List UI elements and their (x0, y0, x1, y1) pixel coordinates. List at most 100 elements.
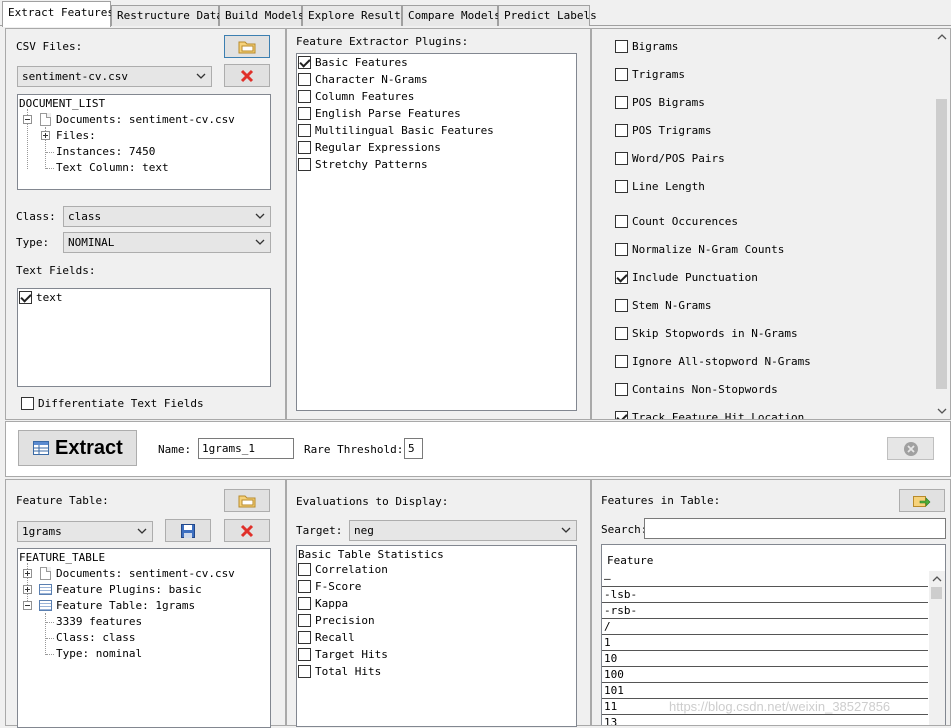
evaluation-item[interactable]: Correlation (298, 563, 388, 576)
plugin-checkbox[interactable] (298, 158, 311, 171)
table-row[interactable]: / (602, 619, 928, 635)
option-checkbox[interactable] (615, 271, 628, 284)
plugin-checkbox[interactable] (298, 73, 311, 86)
evaluation-checkbox[interactable] (298, 580, 311, 593)
target-dropdown[interactable]: neg (349, 520, 577, 541)
option-item[interactable]: Ignore All-stopword N-Grams (615, 355, 811, 368)
evaluation-item[interactable]: Precision (298, 614, 375, 627)
option-item[interactable]: Include Punctuation (615, 271, 758, 284)
feature-table-name-input[interactable]: 1grams_1 (198, 438, 294, 459)
type-dropdown[interactable]: NOMINAL (63, 232, 271, 253)
option-checkbox[interactable] (615, 180, 628, 193)
option-checkbox[interactable] (615, 383, 628, 396)
option-item[interactable]: POS Trigrams (615, 124, 711, 137)
option-checkbox[interactable] (615, 96, 628, 109)
plugin-item[interactable]: Column Features (298, 90, 414, 103)
feature-search-input[interactable] (644, 518, 946, 539)
rare-threshold-input[interactable]: 5 (404, 438, 423, 459)
expand-toggle[interactable] (23, 585, 32, 594)
evaluation-checkbox[interactable] (298, 665, 311, 678)
tab-extract-features[interactable]: Extract Features (2, 1, 114, 27)
export-features-button[interactable] (899, 489, 945, 512)
option-item[interactable]: Word/POS Pairs (615, 152, 725, 165)
differentiate-text-fields[interactable]: Differentiate Text Fields (21, 397, 204, 410)
option-checkbox[interactable] (615, 68, 628, 81)
tab-predict-labels[interactable]: Predict Labels (498, 5, 597, 26)
tab-compare-models[interactable]: Compare Models (402, 5, 501, 26)
option-item[interactable]: Contains Non-Stopwords (615, 383, 778, 396)
plugin-item[interactable]: English Parse Features (298, 107, 461, 120)
evaluation-checkbox[interactable] (298, 648, 311, 661)
tab-restructure-data[interactable]: Restructure Data (111, 5, 223, 26)
evaluation-item[interactable]: Target Hits (298, 648, 388, 661)
plugin-checkbox[interactable] (298, 124, 311, 137)
table-row[interactable]: -lsb- (602, 587, 928, 603)
features-scrollbar[interactable] (929, 571, 945, 725)
open-folder-button[interactable] (224, 35, 270, 58)
evaluation-item[interactable]: Kappa (298, 597, 348, 610)
table-row[interactable]: — (602, 571, 928, 587)
plugin-item[interactable]: Regular Expressions (298, 141, 441, 154)
collapse-toggle[interactable] (23, 601, 32, 610)
plugin-checkbox[interactable] (298, 90, 311, 103)
option-checkbox[interactable] (615, 152, 628, 165)
option-item[interactable]: Skip Stopwords in N-Grams (615, 327, 798, 340)
option-item[interactable]: Line Length (615, 180, 705, 193)
table-row[interactable]: 100 (602, 667, 928, 683)
option-checkbox[interactable] (615, 40, 628, 53)
collapse-toggle[interactable] (23, 115, 32, 124)
evaluation-checkbox[interactable] (298, 631, 311, 644)
option-checkbox[interactable] (615, 411, 628, 419)
option-checkbox[interactable] (615, 215, 628, 228)
plugin-item[interactable]: Stretchy Patterns (298, 158, 428, 171)
option-item[interactable]: Bigrams (615, 40, 678, 53)
feature-column-header[interactable]: Feature (607, 554, 653, 567)
table-row[interactable]: 1 (602, 635, 928, 651)
option-item[interactable]: Normalize N-Gram Counts (615, 243, 784, 256)
option-item[interactable]: POS Bigrams (615, 96, 705, 109)
table-row[interactable]: -rsb- (602, 603, 928, 619)
remove-feature-table-button[interactable] (224, 519, 270, 542)
table-row[interactable]: 10 (602, 651, 928, 667)
scroll-thumb[interactable] (931, 587, 942, 599)
tab-explore-results[interactable]: Explore Results (302, 5, 407, 26)
cancel-extract-button[interactable] (887, 437, 934, 460)
table-row[interactable]: 101 (602, 683, 928, 699)
option-checkbox[interactable] (615, 124, 628, 137)
option-checkbox[interactable] (615, 327, 628, 340)
option-checkbox[interactable] (615, 243, 628, 256)
plugin-checkbox[interactable] (298, 56, 311, 69)
expand-toggle[interactable] (23, 569, 32, 578)
evaluation-checkbox[interactable] (298, 614, 311, 627)
differentiate-checkbox[interactable] (21, 397, 34, 410)
option-item[interactable]: Stem N-Grams (615, 299, 711, 312)
option-checkbox[interactable] (615, 355, 628, 368)
expand-toggle[interactable] (41, 131, 50, 140)
plugin-item[interactable]: Basic Features (298, 56, 408, 69)
plugin-checkbox[interactable] (298, 141, 311, 154)
options-scrollbar[interactable] (934, 29, 950, 419)
scroll-up-icon[interactable] (932, 575, 942, 583)
evaluation-checkbox[interactable] (298, 563, 311, 576)
evaluation-checkbox[interactable] (298, 597, 311, 610)
plugin-checkbox[interactable] (298, 107, 311, 120)
class-dropdown[interactable]: class (63, 206, 271, 227)
option-item[interactable]: Trigrams (615, 68, 685, 81)
open-feature-table-button[interactable] (224, 489, 270, 512)
plugin-item[interactable]: Character N-Grams (298, 73, 428, 86)
table-row[interactable]: 13 (602, 715, 928, 725)
text-field-checkbox[interactable] (19, 291, 32, 304)
csv-file-dropdown[interactable]: sentiment-cv.csv (17, 66, 212, 87)
scroll-down-icon[interactable] (937, 407, 947, 415)
extract-button[interactable]: Extract (18, 430, 137, 466)
remove-csv-button[interactable] (224, 64, 270, 87)
option-item[interactable]: Track Feature Hit Location (615, 411, 804, 419)
evaluation-item[interactable]: Recall (298, 631, 355, 644)
evaluation-item[interactable]: Total Hits (298, 665, 381, 678)
feature-table-dropdown[interactable]: 1grams (17, 521, 153, 542)
plugin-item[interactable]: Multilingual Basic Features (298, 124, 494, 137)
tab-build-models[interactable]: Build Models (219, 5, 304, 26)
scroll-up-icon[interactable] (937, 33, 947, 41)
text-field-item[interactable]: text (19, 291, 63, 304)
save-feature-table-button[interactable] (165, 519, 211, 542)
